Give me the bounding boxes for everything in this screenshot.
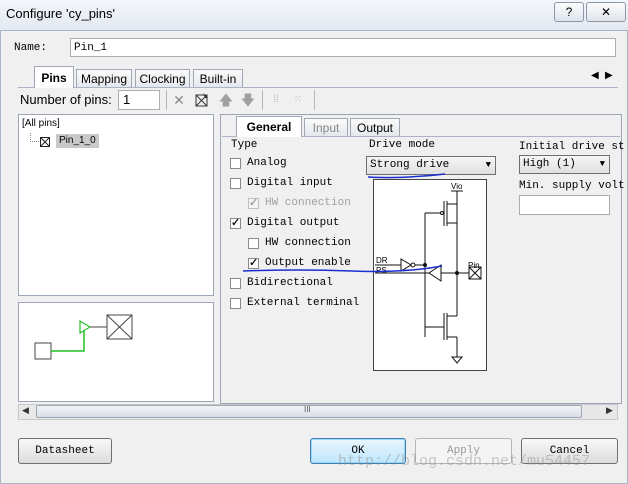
chevron-down-icon: ▼ [599,159,605,169]
ungroup-icon[interactable]: ⁙ [290,92,306,108]
tab-scroll-right-icon[interactable]: ▶ [605,70,613,81]
bidirectional-checkbox[interactable] [230,278,241,289]
tab-mapping[interactable]: Mapping [76,69,132,87]
name-input[interactable]: Pin_1 [70,38,616,57]
pin-label: Pin [468,261,480,270]
num-pins-label: Number of pins: [20,92,112,107]
watermark: http://blog.csdn.net/mu54457 [338,453,591,470]
toolbar-separator [262,90,263,110]
delete-icon[interactable]: ✕ [171,92,187,108]
tab-clocking[interactable]: Clocking [135,69,190,87]
tab-pins[interactable]: Pins [34,66,74,88]
num-pins-input[interactable]: 1 [118,90,160,110]
tab-built-in[interactable]: Built-in [193,69,243,87]
scroll-left-icon[interactable]: ◀ [22,405,29,416]
tab-scroll-left-icon[interactable]: ◀ [591,70,599,81]
datasheet-button[interactable]: Datasheet [18,438,112,464]
external-terminal-checkbox[interactable] [230,298,241,309]
toolbar-separator [314,90,315,110]
pin-preview-symbol [34,314,133,360]
min-supply-label: Min. supply volt [519,180,625,192]
help-button[interactable]: ? [554,2,584,22]
move-down-icon[interactable]: 🡇 [240,92,256,108]
tab-general[interactable]: General [236,116,302,137]
scrollbar-grip: III [304,405,311,414]
drive-mode-label: Drive mode [369,139,436,151]
initial-drive-select[interactable]: High (1) ▼ [519,155,610,174]
initial-drive-value: High (1) [523,158,576,170]
pin-icon [40,136,50,147]
group-icon[interactable]: ⁞⁞ [268,92,284,108]
name-label: Name: [14,42,48,54]
annotation-underlines [242,173,446,273]
toolbar-separator [166,90,167,110]
tab-input[interactable]: Input [304,118,348,136]
external-terminal-label: External terminal [247,297,360,309]
tree-root[interactable]: [All pins] [22,118,60,129]
tree-item-pin[interactable]: Pin_1_0 [56,134,99,148]
move-up-icon[interactable]: 🡅 [218,92,234,108]
tab-output[interactable]: Output [350,118,400,136]
min-supply-input[interactable] [519,195,610,215]
chevron-down-icon: ▼ [485,160,491,170]
window-title: Configure 'cy_pins' [6,6,116,21]
close-button[interactable]: ✕ [586,2,626,22]
bidirectional-label: Bidirectional [247,277,333,289]
select-icon[interactable] [194,92,210,108]
scroll-right-icon[interactable]: ▶ [606,405,613,416]
type-label: Type [231,139,258,151]
initial-drive-label: Initial drive st [519,141,625,153]
